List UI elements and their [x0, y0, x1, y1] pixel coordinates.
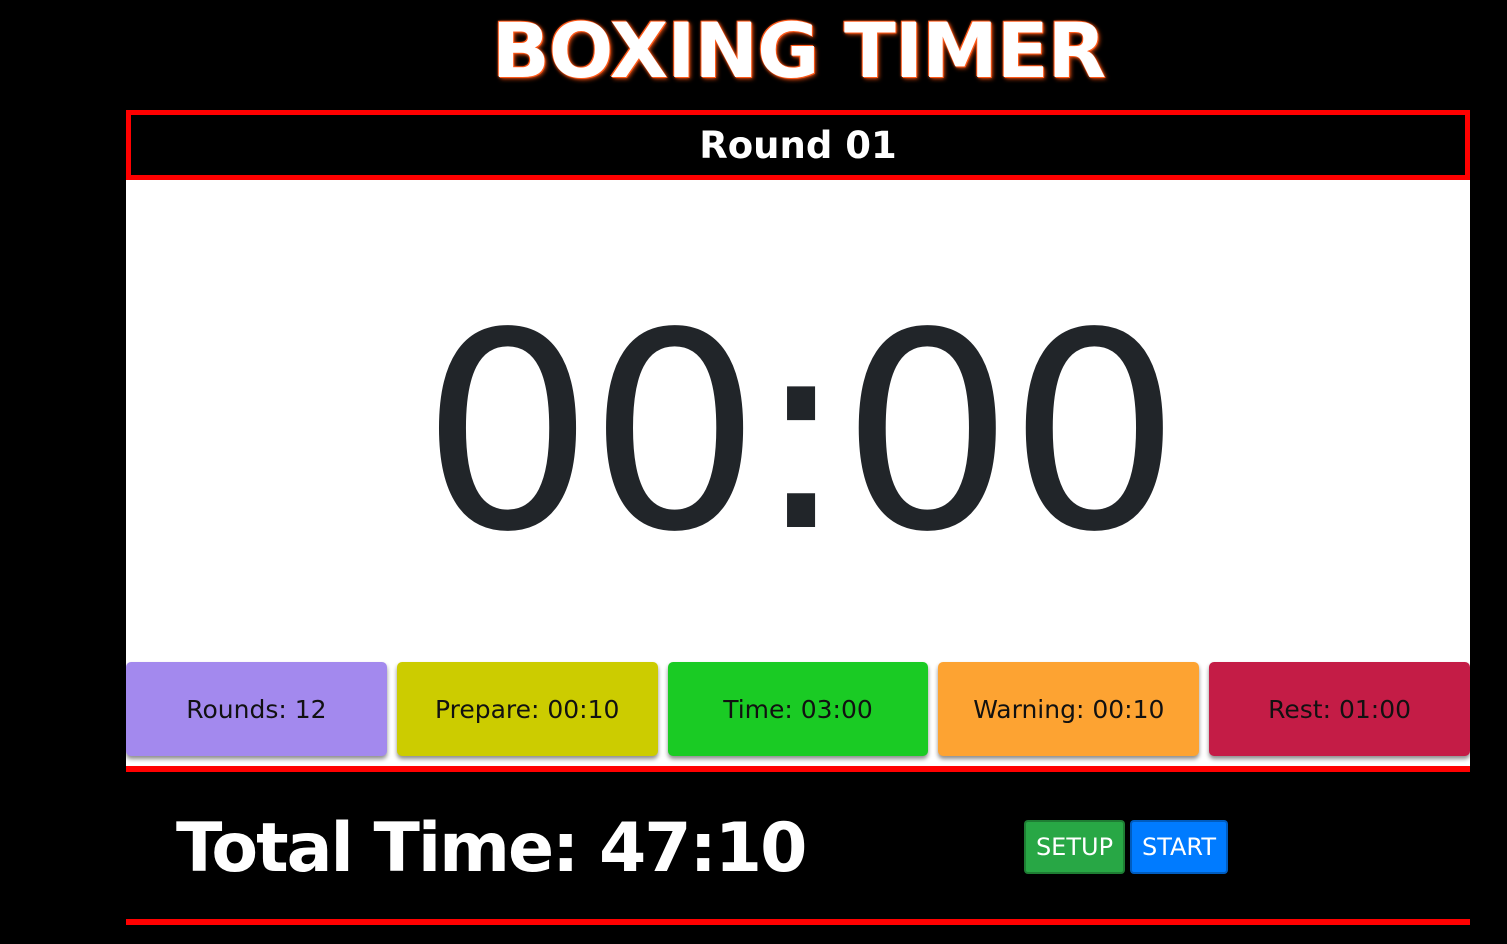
prepare-setting[interactable]: Prepare: 00:10: [396, 662, 658, 756]
clock-panel: 00:00: [126, 180, 1470, 662]
rounds-setting[interactable]: Rounds: 12: [126, 662, 387, 756]
setup-button[interactable]: SETUP: [1024, 820, 1125, 874]
clock-display: 00:00: [421, 276, 1181, 592]
warning-setting[interactable]: Warning: 00:10: [938, 662, 1200, 756]
divider-bottom: [126, 919, 1470, 925]
round-label: Round 01: [699, 123, 897, 167]
divider-top: [126, 766, 1470, 772]
start-button[interactable]: START: [1130, 820, 1228, 874]
round-indicator: Round 01: [126, 110, 1470, 180]
total-time: Total Time: 47:10: [176, 808, 807, 888]
rest-setting[interactable]: Rest: 01:00: [1209, 662, 1470, 756]
time-setting[interactable]: Time: 03:00: [667, 662, 929, 756]
settings-row: Rounds: 12 Prepare: 00:10 Time: 03:00 Wa…: [126, 662, 1470, 766]
app-title: BOXING TIMER: [491, 5, 1106, 95]
